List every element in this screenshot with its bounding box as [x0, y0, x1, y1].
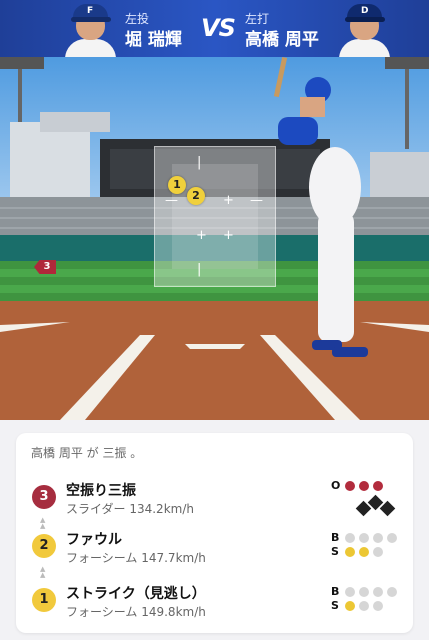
zone-tick: — — [165, 193, 178, 208]
outs-label: O — [331, 479, 341, 492]
strikes-label: S — [331, 545, 339, 558]
count-indicator: B S — [331, 585, 401, 613]
pitch-event: 空振り三振 — [66, 483, 136, 499]
ball-dot — [345, 533, 355, 543]
pitch-detail: フォーシーム 147.7km/h — [66, 551, 206, 565]
strike-dot — [345, 601, 355, 611]
zone-tick: — — [250, 193, 263, 208]
ball-dot — [359, 587, 369, 597]
zone-tick: + — [196, 228, 207, 243]
ball-dot — [387, 587, 397, 597]
ball-dot — [359, 533, 369, 543]
zone-tick: + — [223, 228, 234, 243]
pitcher-avatar: F — [63, 2, 118, 57]
batter-info: 左打 高橋 周平 D — [230, 0, 429, 57]
strike-dot — [359, 601, 369, 611]
zone-tick: + — [223, 193, 234, 208]
connector-arrow-icon: ▲ ▲ — [40, 565, 46, 579]
ball-dot — [345, 587, 355, 597]
pitch-number-badge: 1 — [32, 588, 56, 612]
strikes-label: S — [331, 599, 339, 612]
batter-avatar: D — [337, 2, 392, 57]
balls-label: B — [331, 531, 340, 544]
pitch-row-2[interactable]: 2 ファウル フォーシーム 147.7km/h B S — [16, 524, 413, 568]
zone-tick: | — [197, 155, 202, 170]
at-bat-summary-card: 高橋 周平 が 三振 。 3 空振り三振 スライダー 134.2km/h O ▲… — [16, 433, 413, 633]
strike-dot — [345, 547, 355, 557]
pitcher-info: F 左投 堀 瑞輝 — [0, 0, 200, 57]
out-dot — [373, 481, 383, 491]
matchup-header: F 左投 堀 瑞輝 VS 左打 高橋 周平 D — [0, 0, 429, 57]
balls-label: B — [331, 585, 340, 598]
pitch-detail: スライダー 134.2km/h — [66, 502, 194, 516]
at-bat-result-text: 高橋 周平 が 三振 。 — [31, 446, 143, 460]
pitch-marker-2[interactable]: 2 — [187, 187, 205, 205]
pitch-row-1[interactable]: 1 ストライク（見逃し） フォーシーム 149.8km/h B S — [16, 578, 413, 622]
pitch-number-badge: 2 — [32, 534, 56, 558]
pitch-number-badge: 3 — [32, 485, 56, 509]
zone-tick: | — [197, 262, 202, 277]
strike-dot — [359, 547, 369, 557]
strike-dot — [373, 601, 383, 611]
pitch-event: ファウル — [66, 532, 122, 548]
outs-indicator: O — [331, 479, 401, 493]
pitch-detail: フォーシーム 149.8km/h — [66, 605, 206, 619]
ball-dot — [373, 587, 383, 597]
pitch-marker-1[interactable]: 1 — [168, 176, 186, 194]
pitch-row-3[interactable]: 3 空振り三振 スライダー 134.2km/h O — [16, 475, 413, 519]
batter-name: 高橋 周平 — [245, 30, 319, 50]
ball-dot — [387, 533, 397, 543]
out-dot — [345, 481, 355, 491]
bases-icon — [355, 494, 396, 517]
out-dot — [359, 481, 369, 491]
strike-dot — [373, 547, 383, 557]
pitcher-name: 堀 瑞輝 — [125, 30, 182, 50]
pitch-field-view: | + + + | — — 1 2 3 — [0, 57, 429, 420]
pitch-event: ストライク（見逃し） — [66, 586, 206, 602]
ball-dot — [373, 533, 383, 543]
count-indicator: B S — [331, 531, 401, 559]
